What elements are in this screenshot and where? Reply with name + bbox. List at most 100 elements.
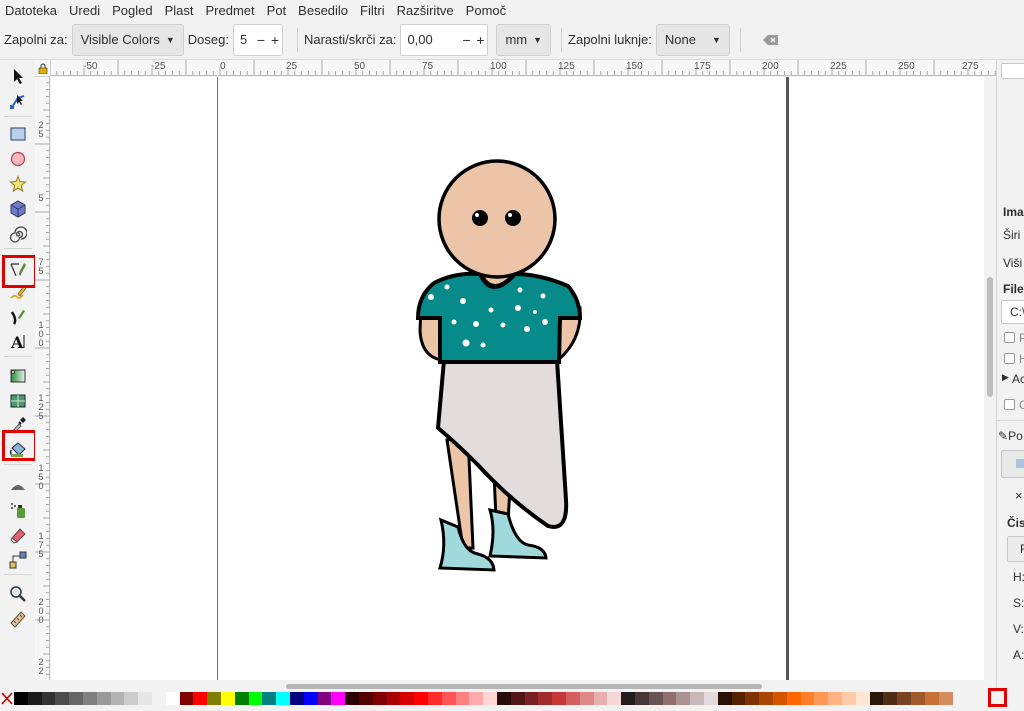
menu-pogled[interactable]: Pogled [112,3,152,18]
gradient-tool-button[interactable] [6,365,30,387]
color-swatch[interactable] [897,692,912,705]
color-swatch[interactable] [648,692,663,705]
option-checkbox[interactable] [1004,399,1015,410]
connector-tool-button[interactable] [6,549,30,571]
color-swatch[interactable] [96,692,111,705]
scroll-thumb[interactable] [987,277,993,397]
option-checkbox[interactable] [1004,332,1015,343]
character-drawing[interactable] [51,77,984,680]
color-swatch[interactable] [814,692,829,705]
color-swatch[interactable] [579,692,594,705]
3d-box-tool-button[interactable] [6,198,30,220]
color-swatch[interactable] [745,692,760,705]
color-swatch[interactable] [552,692,567,705]
ellipse-tool-button[interactable] [6,148,30,170]
color-swatch[interactable] [759,692,774,705]
calligraphy-tool-button[interactable] [6,306,30,328]
color-swatch[interactable] [428,692,442,705]
mesh-tool-button[interactable] [6,390,30,412]
vertical-ruler[interactable]: 2 5 5 7 5 1 0 0 1 2 5 1 5 0 1 7 5 2 0 0 … [35,76,50,680]
stroke-indicator-highlight[interactable] [988,688,1007,707]
color-swatch[interactable] [828,692,843,705]
star-tool-button[interactable] [6,173,30,195]
menu-razsiritve[interactable]: Razširitve [397,3,454,18]
color-mode-button[interactable]: F [1007,536,1024,562]
color-swatch[interactable] [717,692,732,705]
tweak-tool-button[interactable] [6,474,30,496]
color-swatch[interactable] [55,692,70,705]
close-gaps-dropdown[interactable]: None ▼ [655,23,730,56]
dock-tab[interactable] [1001,63,1024,79]
threshold-value[interactable]: 5 [234,32,254,47]
expander-arrow-icon[interactable]: ▶ [1002,372,1009,383]
advanced-expander[interactable]: Ac [1012,372,1024,386]
color-swatch[interactable] [676,692,691,705]
color-swatch[interactable] [400,692,415,705]
menu-pomoc[interactable]: Pomoč [466,3,506,18]
color-swatch[interactable] [455,692,470,705]
color-swatch[interactable] [566,692,580,705]
menu-uredi[interactable]: Uredi [69,3,100,18]
grow-shrink-value[interactable]: 0,00 [401,32,459,47]
zoom-tool-button[interactable] [6,583,30,605]
horizontal-ruler[interactable]: -50 -25 0 25 50 75 100 125 150 175 200 2… [50,60,996,76]
no-paint-icon[interactable] [0,692,14,705]
color-swatch[interactable] [290,692,304,705]
decrement-button[interactable]: − [459,32,473,48]
spiral-tool-button[interactable] [6,223,30,245]
color-swatch[interactable] [497,692,511,705]
menu-predmet[interactable]: Predmet [206,3,255,18]
color-swatch[interactable] [165,692,180,705]
color-swatch[interactable] [317,692,332,705]
color-swatch[interactable] [152,692,166,705]
color-swatch[interactable] [124,692,139,705]
color-swatch[interactable] [331,692,346,705]
color-swatch[interactable] [524,692,539,705]
drawing-canvas[interactable] [51,77,984,680]
color-swatch[interactable] [635,692,649,705]
unit-dropdown[interactable]: mm ▼ [496,23,552,56]
decrement-button[interactable]: − [254,32,268,48]
menu-filtri[interactable]: Filtri [360,3,385,18]
color-swatch[interactable] [704,692,718,705]
ruler-corner[interactable] [35,60,50,76]
color-swatch[interactable] [359,692,373,705]
selector-tool-button[interactable] [6,65,30,87]
color-swatch[interactable] [483,692,498,705]
paint-mode-tabs[interactable] [1001,450,1024,478]
color-swatch[interactable] [303,692,318,705]
close-icon[interactable]: × [1015,488,1023,503]
color-swatch[interactable] [911,692,925,705]
eraser-tool-button[interactable] [6,524,30,546]
color-swatch[interactable] [662,692,677,705]
color-swatch[interactable] [110,692,125,705]
vertical-scrollbar[interactable] [984,77,996,680]
color-swatch[interactable] [138,692,153,705]
color-swatch[interactable] [83,692,97,705]
color-swatch[interactable] [345,692,360,705]
color-swatch[interactable] [27,692,42,705]
color-swatch[interactable] [731,692,746,705]
color-swatch[interactable] [621,692,636,705]
increment-button[interactable]: + [473,32,487,48]
color-swatch[interactable] [538,692,553,705]
color-swatch[interactable] [593,692,608,705]
color-swatch[interactable] [179,692,194,705]
threshold-spinbox[interactable]: 5 − + [232,23,283,56]
color-swatch[interactable] [69,692,84,705]
color-swatch[interactable] [193,692,208,705]
measure-tool-button[interactable] [6,608,30,630]
reset-icon[interactable] [762,34,779,46]
menu-besedilo[interactable]: Besedilo [298,3,348,18]
color-swatch[interactable] [855,692,870,705]
color-swatch[interactable] [248,692,263,705]
option-checkbox[interactable] [1004,353,1015,364]
color-swatch[interactable] [510,692,525,705]
color-swatch[interactable] [262,692,277,705]
color-swatch[interactable] [883,692,898,705]
color-swatch[interactable] [414,692,429,705]
fill-by-dropdown[interactable]: Visible Colors ▼ [71,23,184,56]
color-swatch[interactable] [41,692,56,705]
spray-tool-button[interactable] [6,499,30,521]
rectangle-tool-button[interactable] [6,123,30,145]
